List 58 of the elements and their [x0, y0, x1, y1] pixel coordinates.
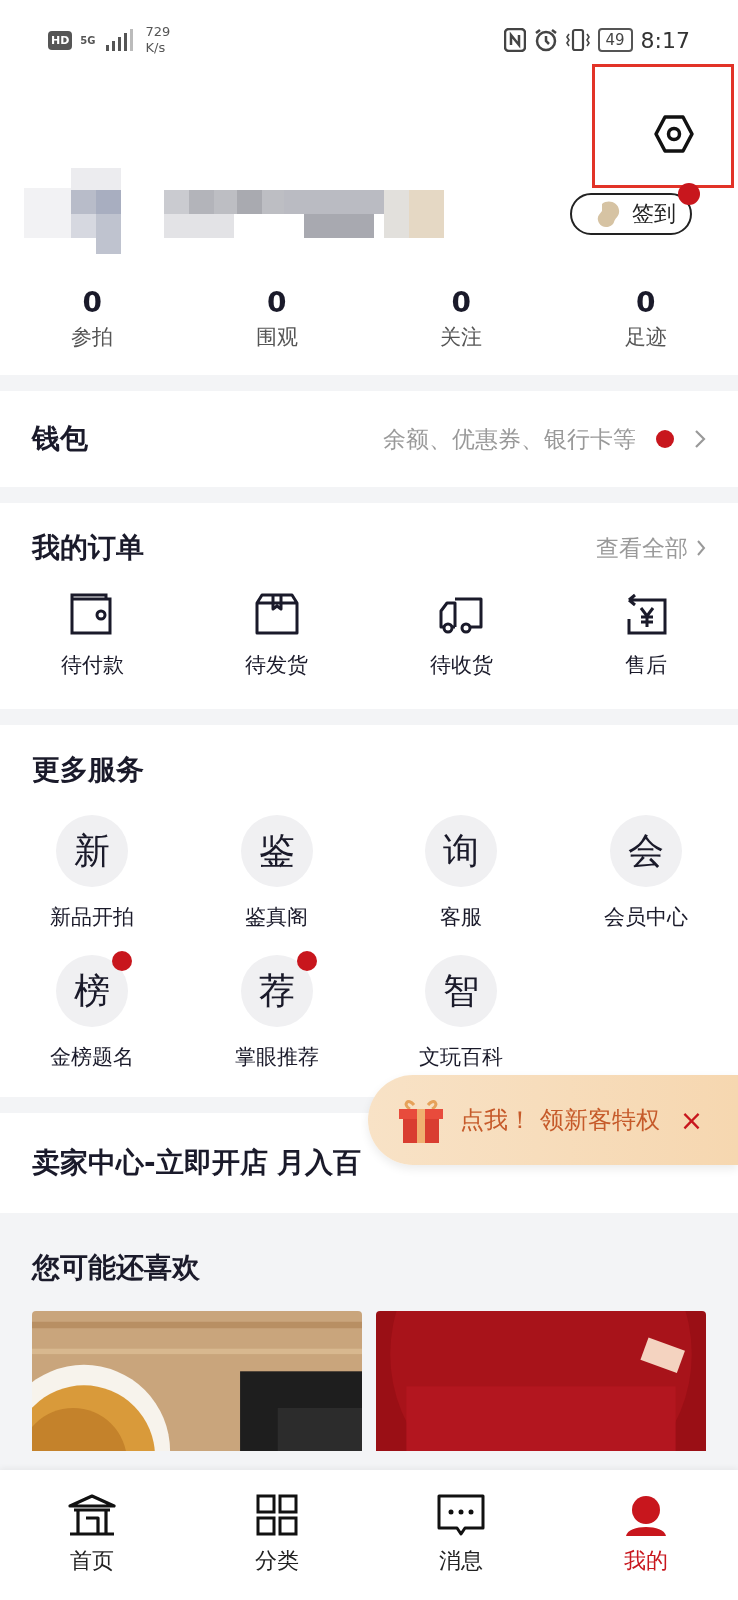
nfc-icon [503, 28, 526, 52]
order-label[interactable]: 售后 [624, 651, 667, 679]
service-icon[interactable]: 鉴 [240, 815, 313, 887]
service-icon[interactable]: 会 [609, 815, 682, 887]
stat-value: 0 [451, 286, 471, 319]
promo-banner[interactable]: 点我！ 领新客特权 × [368, 1075, 738, 1165]
alarm-icon [533, 28, 558, 52]
clock: 8:17 [640, 27, 690, 53]
service-label[interactable]: 掌眼推荐 [234, 1043, 319, 1071]
stat-value: 0 [267, 286, 287, 319]
speed-unit: K/s [145, 40, 167, 56]
signal-icon [103, 29, 134, 51]
tab-bar-item[interactable]: 我的 [553, 1470, 738, 1600]
section-title: 您可能还喜欢 [32, 1250, 201, 1286]
speed-value: 729 [145, 24, 171, 40]
section-title: 钱包 [32, 421, 88, 457]
vibrate-icon [565, 28, 590, 52]
service-icon[interactable]: 智 [425, 955, 498, 1027]
service-icon[interactable]: 询 [425, 815, 498, 887]
network-type: 5G [80, 34, 96, 46]
stat-label[interactable]: 参拍 [71, 323, 114, 351]
order-label[interactable]: 待收货 [429, 651, 493, 679]
section-title: 我的订单 [32, 530, 144, 566]
order-label[interactable]: 待付款 [60, 651, 124, 679]
stat-label[interactable]: 足迹 [624, 323, 667, 351]
pavilion-icon [66, 1494, 119, 1536]
check-in-button[interactable]: 签到 [570, 193, 692, 235]
service-label[interactable]: 文玩百科 [419, 1043, 504, 1071]
service-label[interactable]: 鉴真阁 [245, 903, 309, 931]
close-button[interactable]: × [679, 1103, 704, 1137]
stat-label[interactable]: 关注 [440, 323, 483, 351]
wallet-row[interactable]: 钱包 余额、优惠券、银行卡等 [0, 391, 738, 487]
stat-value: 0 [82, 286, 102, 319]
service-icon[interactable]: 新 [56, 815, 129, 887]
tab-bar-item[interactable]: 消息 [369, 1470, 554, 1600]
seller-center-title[interactable]: 卖家中心-立即开店 月入百 [32, 1144, 362, 1182]
wallet-hint: 余额、优惠券、银行卡等 [383, 424, 636, 454]
order-label[interactable]: 待发货 [245, 651, 309, 679]
chevron-right-icon [696, 539, 706, 557]
tab-bar-item[interactable]: 首页 [0, 1470, 185, 1600]
profile-icon [623, 1494, 668, 1536]
box-icon[interactable] [253, 593, 300, 635]
service-label[interactable]: 金榜题名 [50, 1043, 135, 1071]
stat-value: 0 [636, 286, 656, 319]
stat-label[interactable]: 围观 [255, 323, 298, 351]
grid-icon [255, 1494, 298, 1536]
promo-text: 点我！ 领新客特权 [460, 1105, 660, 1136]
tab-bar-item[interactable]: 分类 [184, 1470, 369, 1600]
service-label[interactable]: 客服 [440, 903, 483, 931]
hd-badge: HD [48, 30, 73, 50]
chevron-right-icon [694, 429, 706, 449]
service-label[interactable]: 新品开拍 [50, 903, 135, 931]
service-label[interactable]: 会员中心 [603, 903, 688, 931]
settings-icon[interactable] [654, 115, 694, 153]
bean-icon [596, 200, 622, 228]
battery-indicator: 49 [597, 28, 633, 52]
message-icon [437, 1494, 486, 1536]
section-title: 更多服务 [32, 752, 144, 788]
